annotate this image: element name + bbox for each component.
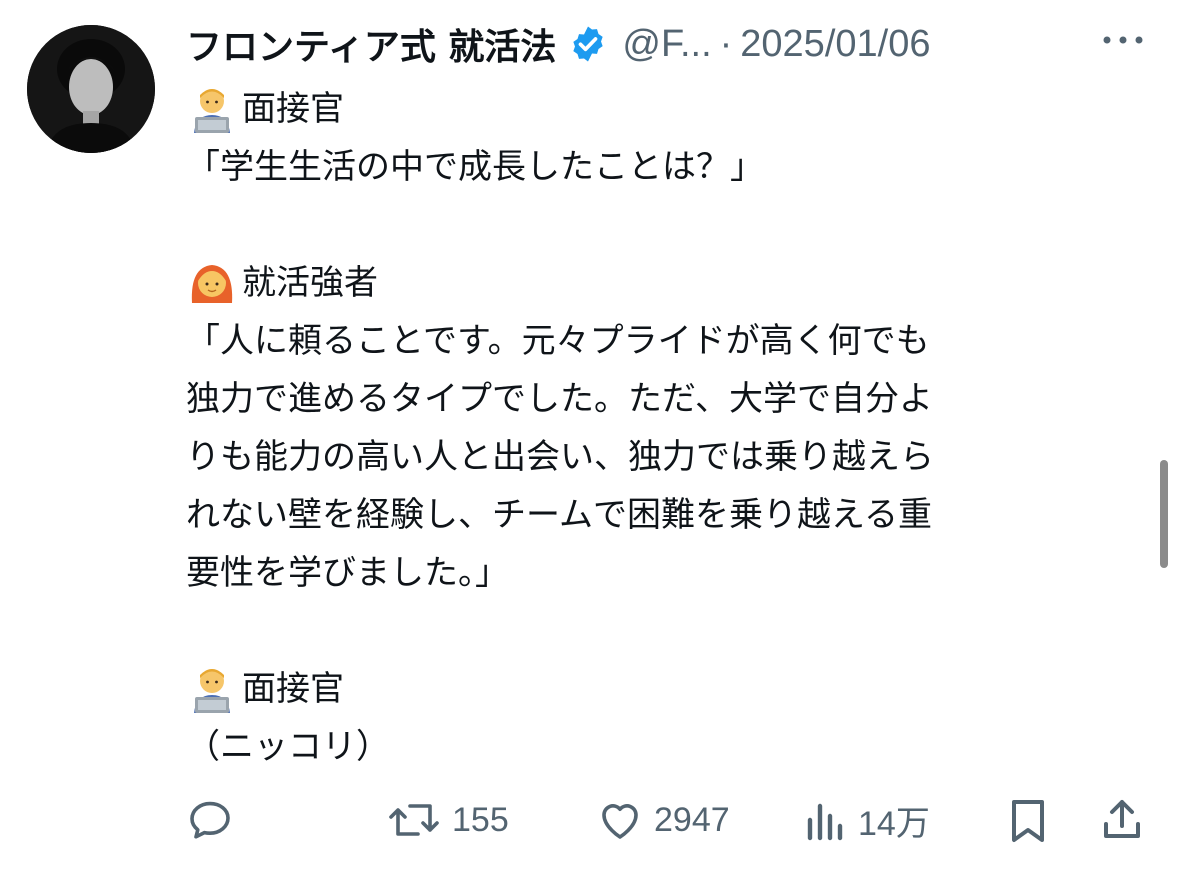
verified-badge-icon bbox=[568, 24, 608, 64]
like-button[interactable]: 2947 bbox=[596, 790, 730, 850]
tweet-line: 要性を学びました。」 bbox=[186, 544, 1126, 602]
tweet-date[interactable]: 2025/01/06 bbox=[740, 23, 930, 66]
tweet-line: 「学生生活の中で成長したことは？」 bbox=[186, 138, 1126, 196]
tweet-line: 面接官 bbox=[186, 80, 1126, 138]
tweet-line: れない壁を経験し、チームで困難を乗り越える重 bbox=[186, 486, 1126, 544]
bookmark-icon bbox=[1006, 796, 1050, 844]
man-technologist-emoji bbox=[186, 83, 238, 135]
more-options-icon[interactable] bbox=[1098, 30, 1148, 50]
tweet-line: りも能力の高い人と出会い、独力では乗り越えら bbox=[186, 428, 1126, 486]
tweet-text: 面接官 「学生生活の中で成長したことは？」 就活強者 「人に頼ることです。元々プ… bbox=[186, 80, 1126, 776]
reply-button[interactable] bbox=[186, 790, 234, 850]
tweet-line-text: りも能力の高い人と出会い、独力では乗り越えら bbox=[186, 437, 934, 477]
retweet-icon bbox=[386, 796, 442, 844]
woman-red-hair-emoji bbox=[186, 257, 238, 309]
tweet-line: 独力で進めるタイプでした。ただ、大学で自分よ bbox=[186, 370, 1126, 428]
reply-icon bbox=[186, 796, 234, 844]
author-handle[interactable]: @F... bbox=[622, 23, 711, 66]
tweet-line-text: 就活強者 bbox=[242, 263, 378, 303]
author-display-name[interactable]: フロンティア式 就活法 bbox=[186, 18, 556, 70]
share-icon bbox=[1098, 796, 1146, 844]
separator-dot: · bbox=[719, 22, 733, 65]
tweet-actions-bar: 155 2947 14万 bbox=[186, 790, 1146, 850]
man-technologist-emoji bbox=[186, 663, 238, 715]
tweet-line-text: （ニッコリ） bbox=[186, 727, 390, 767]
heart-icon bbox=[596, 796, 644, 844]
retweet-count: 155 bbox=[452, 800, 509, 839]
analytics-icon bbox=[804, 796, 848, 844]
tweet-line-text: 「学生生活の中で成長したことは？」 bbox=[186, 147, 764, 187]
views-button[interactable]: 14万 bbox=[804, 790, 930, 850]
share-button[interactable] bbox=[1098, 790, 1146, 850]
like-count: 2947 bbox=[654, 800, 730, 839]
scrollbar-thumb[interactable] bbox=[1160, 460, 1168, 568]
tweet-line-text: 「人に頼ることです。元々プライドが高く何でも bbox=[186, 321, 930, 361]
views-count: 14万 bbox=[858, 804, 930, 843]
tweet-line: 「人に頼ることです。元々プライドが高く何でも bbox=[186, 312, 1126, 370]
retweet-button[interactable]: 155 bbox=[386, 790, 509, 850]
tweet-line-text: 独力で進めるタイプでした。ただ、大学で自分よ bbox=[186, 379, 933, 419]
tweet-line-text: れない壁を経験し、チームで困難を乗り越える重 bbox=[186, 495, 932, 535]
tweet-line-text: 要性を学びました。」 bbox=[186, 553, 509, 593]
bookmark-button[interactable] bbox=[1006, 790, 1050, 850]
tweet-line-text: 面接官 bbox=[242, 89, 344, 129]
avatar-photo bbox=[27, 25, 155, 153]
tweet-line: 面接官 bbox=[186, 660, 1126, 718]
tweet-line: 就活強者 bbox=[186, 254, 1126, 312]
tweet-line: （ニッコリ） bbox=[186, 718, 1126, 776]
tweet-line-text: 面接官 bbox=[242, 669, 344, 709]
avatar[interactable] bbox=[27, 25, 155, 153]
tweet-header: フロンティア式 就活法 @F... · 2025/01/06 bbox=[186, 18, 1146, 70]
